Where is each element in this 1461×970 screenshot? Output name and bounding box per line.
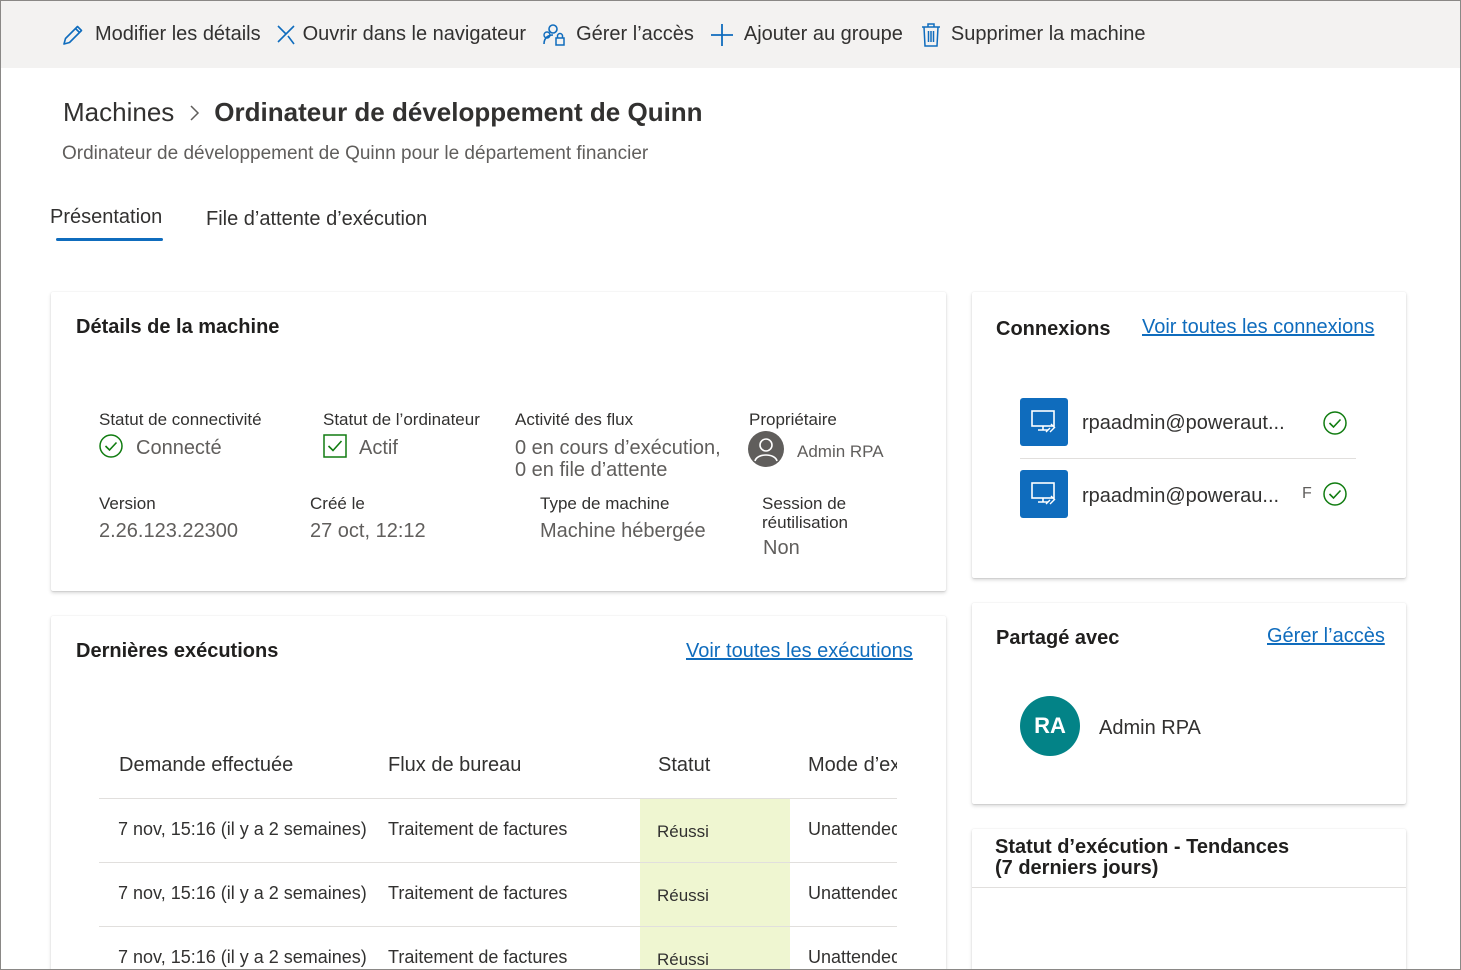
- trends-title-line1: Statut d’exécution - Tendances: [995, 836, 1290, 858]
- latest-runs-title: Dernières exécutions: [76, 640, 279, 662]
- machine-details-title: Détails de la machine: [76, 316, 280, 338]
- check-circle-icon: [1322, 481, 1348, 512]
- check-box-icon: [323, 434, 347, 463]
- machine-type-label: Type de machine: [540, 494, 670, 513]
- pencil-icon: [59, 21, 87, 49]
- cell-flow[interactable]: Traitement de factures: [388, 947, 567, 968]
- cell-mode: Unattended: [808, 819, 897, 839]
- shared-with-title: Partagé avec: [996, 627, 1120, 649]
- active-tab-indicator: [56, 238, 163, 241]
- computer-status-label: Statut de l’ordinateur: [323, 410, 480, 429]
- trends-title-line2: (7 derniers jours): [995, 857, 1159, 879]
- reuse-session-label-2: réutilisation: [762, 513, 848, 532]
- connection-name: rpaadmin@powerau...: [1082, 485, 1280, 507]
- manage-access-link[interactable]: Gérer l’accès: [1267, 625, 1385, 648]
- page-title: Ordinateur de développement de Quinn: [214, 97, 703, 127]
- people-lock-icon: [540, 21, 568, 49]
- see-all-runs-link[interactable]: Voir toutes les exécutions: [686, 640, 913, 663]
- reuse-session-value: Non: [763, 537, 800, 559]
- command-bar: Modifier les détails Ouvrir dans le navi…: [1, 1, 1460, 68]
- chevron-right-icon: [174, 104, 214, 122]
- tab-overview[interactable]: Présentation: [50, 206, 162, 229]
- plus-icon: [708, 21, 736, 49]
- column-header-requested[interactable]: Demande effectuée: [119, 754, 293, 777]
- owner-value: Admin RPA: [797, 442, 884, 461]
- cell-requested: 7 nov, 15:16 (il y a 2 semaines): [118, 819, 367, 839]
- connectivity-status-value: Connecté: [136, 437, 222, 459]
- add-to-group-button[interactable]: Ajouter au groupe: [708, 21, 903, 49]
- breadcrumb-machines-link[interactable]: Machines: [63, 97, 174, 128]
- cell-mode: Unattended: [808, 883, 897, 903]
- owner-label: Propriétaire: [749, 410, 837, 429]
- connection-divider: [1020, 458, 1356, 459]
- cell-status: Réussi: [657, 886, 709, 905]
- connection-name: rpaadmin@poweraut...: [1082, 412, 1285, 434]
- manage-access-button[interactable]: Gérer l’accès: [540, 21, 694, 49]
- avatar: RA: [1020, 696, 1080, 756]
- check-circle-icon: [98, 433, 124, 464]
- cell-mode: Unattended: [808, 947, 897, 967]
- app-window: Modifier les détails Ouvrir dans le navi…: [0, 0, 1461, 970]
- desktop-flow-connection-icon: [1020, 470, 1068, 518]
- cell-flow[interactable]: Traitement de factures: [388, 819, 567, 840]
- cell-requested: 7 nov, 15:16 (il y a 2 semaines): [118, 947, 367, 967]
- truncated-text: F: [1302, 485, 1312, 502]
- remote-connect-icon: [275, 21, 297, 49]
- check-circle-icon: [1322, 410, 1348, 441]
- cell-status: Réussi: [657, 822, 709, 841]
- tab-run-queue[interactable]: File d’attente d’exécution: [206, 208, 427, 231]
- version-value: 2.26.123.22300: [99, 520, 239, 542]
- trash-icon: [917, 21, 945, 49]
- trends-header-divider: [972, 887, 1406, 888]
- owner-avatar-icon: [748, 431, 784, 472]
- connectivity-status-label: Statut de connectivité: [99, 410, 262, 429]
- shared-user-name: Admin RPA: [1099, 717, 1201, 739]
- cell-status: Réussi: [657, 950, 709, 969]
- version-label: Version: [99, 494, 156, 513]
- edit-details-button[interactable]: Modifier les détails: [59, 21, 261, 49]
- created-value: 27 oct, 12:12: [310, 520, 426, 542]
- connections-title: Connexions: [996, 318, 1111, 340]
- shared-with-card: Partagé avec Gérer l’accès RA Admin RPA: [972, 603, 1406, 804]
- open-in-browser-button[interactable]: Ouvrir dans le navigateur: [275, 21, 526, 49]
- flow-activity-queued: 0 en file d’attente: [515, 459, 668, 481]
- machine-details-card: Détails de la machine Statut de connecti…: [51, 292, 946, 591]
- reuse-session-label-1: Session de: [762, 494, 847, 513]
- page-subtitle: Ordinateur de développement de Quinn pou…: [62, 143, 649, 164]
- machine-type-value: Machine hébergée: [540, 520, 706, 542]
- column-header-flow[interactable]: Flux de bureau: [388, 754, 521, 777]
- delete-machine-button[interactable]: Supprimer la machine: [917, 21, 1145, 49]
- run-status-trends-card: Statut d’exécution - Tendances (7 dernie…: [972, 829, 1406, 969]
- column-header-status[interactable]: Statut: [658, 754, 710, 777]
- latest-runs-card: Dernières exécutions Voir toutes les exé…: [51, 616, 946, 969]
- column-header-mode[interactable]: Mode d’exécution: [808, 754, 897, 777]
- flow-activity-running: 0 en cours d’exécution,: [515, 437, 721, 459]
- runs-table: Demande effectuée Flux de bureau Statut …: [99, 736, 897, 969]
- cell-flow[interactable]: Traitement de factures: [388, 883, 567, 904]
- flow-activity-label: Activité des flux: [515, 410, 634, 429]
- desktop-flow-connection-icon: [1020, 398, 1068, 446]
- computer-status-value: Actif: [359, 437, 398, 459]
- breadcrumb: Machines Ordinateur de développement de …: [63, 97, 703, 128]
- cell-requested: 7 nov, 15:16 (il y a 2 semaines): [118, 883, 367, 903]
- created-label: Créé le: [310, 494, 365, 513]
- see-all-connections-link[interactable]: Voir toutes les connexions: [1142, 316, 1374, 339]
- connections-card: Connexions Voir toutes les connexions rp…: [972, 292, 1406, 578]
